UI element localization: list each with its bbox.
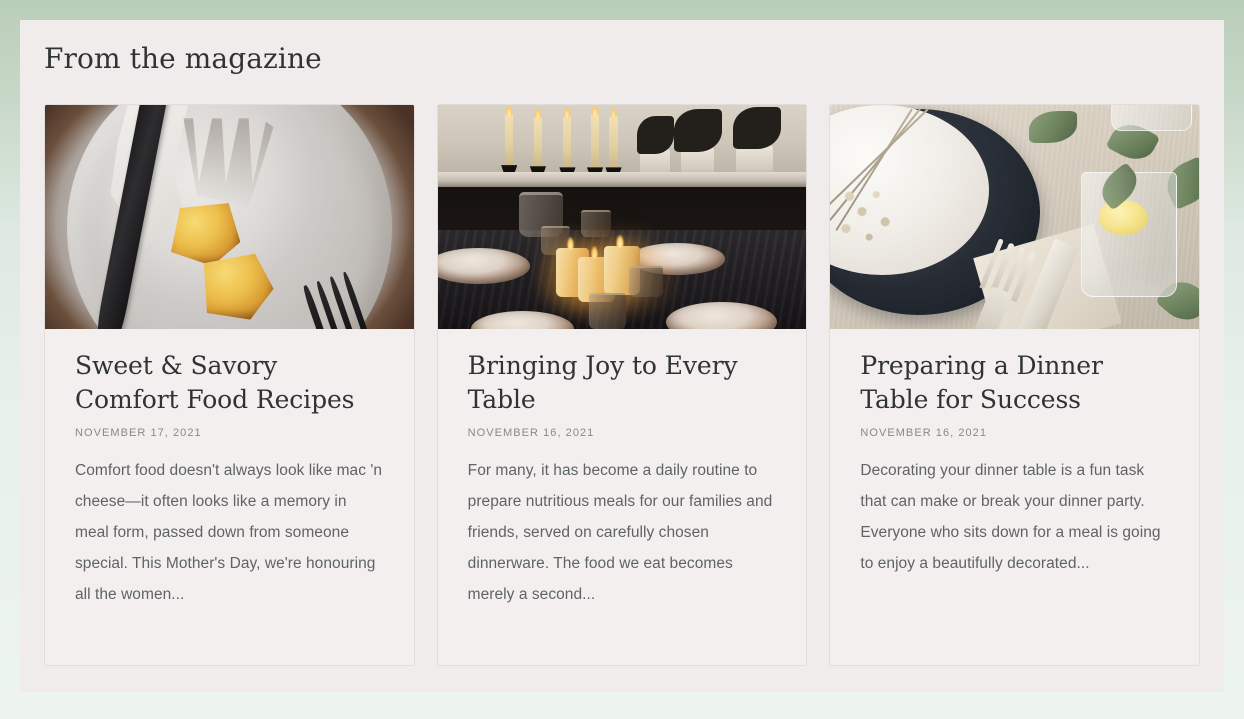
plate-with-leftover-casserole-knife-fork-image[interactable] [45, 104, 414, 329]
eucalyptus-leaf-shape [1029, 111, 1078, 143]
candle-flame-shape [592, 104, 598, 117]
section-title: From the magazine [44, 42, 322, 75]
drinking-glass-shape [588, 292, 626, 329]
article-card-body: Bringing Joy to Every Table NOVEMBER 16,… [438, 329, 807, 610]
article-card[interactable]: Preparing a Dinner Table for Success NOV… [829, 103, 1201, 666]
article-title[interactable]: Bringing Joy to Every Table [468, 349, 777, 418]
potted-plant-shape [732, 106, 781, 150]
background-glass-shape [1110, 104, 1192, 132]
article-excerpt: For many, it has become a daily routine … [467, 461, 773, 603]
article-card-body: Preparing a Dinner Table for Success NOV… [830, 329, 1199, 579]
taper-candle-shape [563, 115, 572, 170]
article-date: NOVEMBER 16, 2021 [467, 426, 595, 439]
window-sill-shape [437, 171, 807, 188]
article-excerpt: Decorating your dinner table is a fun ta… [860, 461, 1161, 572]
candle-flame-shape [564, 106, 570, 120]
article-card[interactable]: Sweet & Savory Comfort Food Recipes NOVE… [44, 103, 415, 666]
drinking-glass-shape [629, 265, 663, 298]
article-title[interactable]: Sweet & Savory Comfort Food Recipes [75, 349, 384, 418]
dried-flower-buds-shape [830, 180, 919, 266]
taper-candle-shape [533, 116, 542, 169]
place-setting-white-plate-navy-plate-water-glass-image[interactable] [830, 104, 1200, 329]
article-card-grid: Sweet & Savory Comfort Food Recipes NOVE… [44, 103, 1201, 666]
taper-candle-shape [504, 113, 514, 168]
magazine-section-panel: From the magazine Sweet & Savory Comfort… [20, 20, 1224, 692]
potted-plant-shape [636, 115, 674, 154]
article-card[interactable]: Bringing Joy to Every Table NOVEMBER 16,… [436, 103, 808, 666]
potted-plant-shape [673, 109, 722, 152]
lemon-slice-shape [1098, 199, 1148, 235]
candle-flame-shape [590, 245, 599, 260]
taper-candle-shape [609, 115, 618, 170]
candle-flame-shape [506, 104, 512, 117]
candle-flame-shape [566, 236, 575, 251]
candlelit-dinner-table-with-taper-candles-image[interactable] [437, 104, 807, 329]
article-title[interactable]: Preparing a Dinner Table for Success [860, 349, 1169, 418]
drinking-glass-shape [581, 209, 611, 237]
article-date: NOVEMBER 16, 2021 [860, 426, 988, 439]
article-excerpt: Comfort food doesn't always look like ma… [75, 461, 383, 603]
article-date: NOVEMBER 17, 2021 [75, 426, 202, 439]
article-card-body: Sweet & Savory Comfort Food Recipes NOVE… [45, 329, 414, 610]
taper-candle-shape [590, 113, 600, 170]
candle-flame-shape [616, 234, 624, 248]
candle-flame-shape [610, 106, 617, 120]
candle-flame-shape [535, 107, 541, 121]
